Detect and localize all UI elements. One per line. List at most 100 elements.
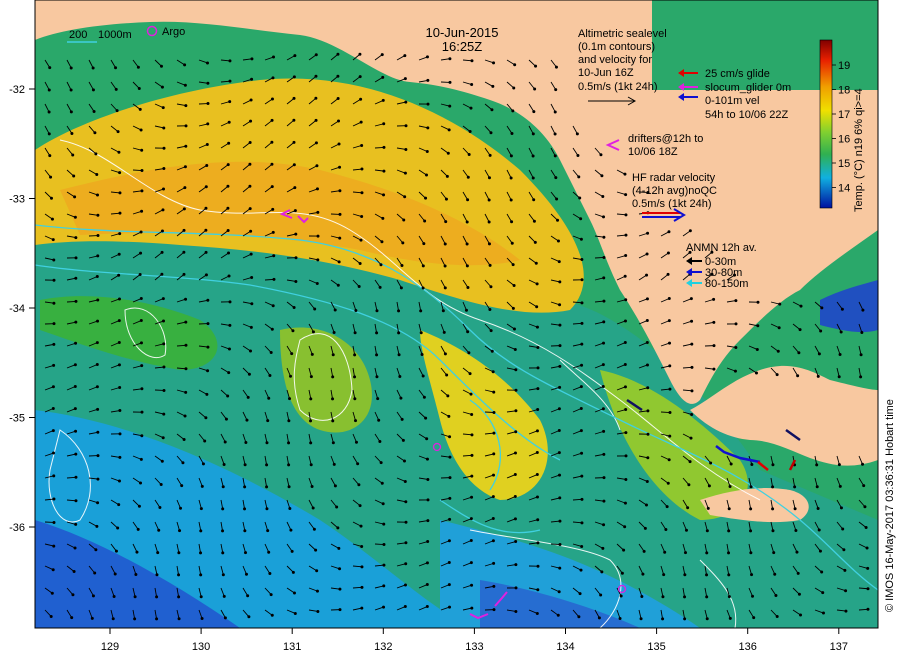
velocity-arrow-head (380, 481, 384, 485)
velocity-arrow-head (221, 485, 225, 489)
velocity-arrow-head (818, 549, 822, 553)
velocity-arrow-head (662, 573, 666, 577)
velocity-arrow-head (316, 210, 320, 214)
velocity-arrow-head (489, 285, 493, 289)
velocity-arrow-head (331, 353, 335, 357)
velocity-arrow-head (777, 326, 781, 330)
velocity-arrow-head (624, 254, 628, 258)
velocity-arrow-head (160, 85, 164, 89)
velocity-arrow-head (688, 460, 692, 464)
velocity-arrow-head (95, 385, 99, 389)
velocity-arrow-head (336, 283, 340, 287)
velocity-arrow-head (155, 573, 159, 577)
velocity-arrow-head (48, 154, 52, 158)
velocity-arrow-head (222, 462, 226, 466)
velocity-arrow-head (162, 319, 166, 323)
velocity-arrow-head (221, 551, 225, 555)
velocity-arrow-head (513, 473, 517, 477)
velocity-arrow-head (532, 219, 536, 223)
velocity-arrow-head (359, 97, 363, 101)
velocity-arrow-head (249, 119, 253, 123)
velocity-arrow-head (533, 87, 537, 91)
velocity-arrow-head (580, 497, 584, 501)
velocity-arrow-head (512, 327, 516, 331)
velocity-arrow-head (338, 212, 342, 216)
velocity-arrow-head (531, 176, 535, 180)
velocity-arrow-head (535, 473, 539, 477)
velocity-arrow-head (111, 617, 115, 621)
velocity-arrow-head (353, 331, 357, 335)
velocity-arrow-head (580, 258, 584, 262)
velocity-arrow-head (358, 75, 362, 79)
velocity-arrow-head (683, 551, 687, 555)
velocity-arrow-head (839, 506, 843, 510)
velocity-arrow-head (469, 392, 473, 396)
velocity-arrow-head (492, 452, 496, 456)
velocity-arrow-head (816, 374, 820, 378)
velocity-arrow-head (424, 173, 428, 177)
velocity-arrow-head (247, 615, 251, 619)
velocity-arrow-head (602, 255, 606, 259)
colorbar-tick-label: 14 (838, 183, 850, 195)
velocity-arrow-head (400, 417, 404, 421)
velocity-arrow-head (465, 242, 469, 246)
velocity-arrow-head (727, 507, 731, 511)
velocity-arrow-head (862, 484, 866, 488)
x-tick-label: 135 (647, 641, 665, 653)
velocity-arrow-head (705, 551, 709, 555)
velocity-arrow-head (425, 150, 429, 154)
velocity-arrow-head (47, 110, 51, 114)
velocity-arrow-head (93, 131, 97, 135)
velocity-arrow-head (380, 53, 384, 57)
velocity-arrow-head (223, 616, 227, 620)
velocity-arrow-head (664, 528, 668, 532)
velocity-arrow-head (734, 299, 738, 303)
velocity-arrow-head (863, 505, 867, 509)
velocity-arrow-head (470, 474, 474, 478)
velocity-arrow-head (795, 550, 799, 554)
velocity-arrow-head (137, 504, 141, 508)
velocity-arrow-head (360, 565, 364, 569)
velocity-arrow-head (92, 109, 96, 113)
velocity-arrow-head (639, 617, 643, 621)
velocity-arrow-head (668, 341, 672, 345)
velocity-arrow-head (511, 306, 515, 310)
velocity-arrow-head (689, 297, 693, 301)
velocity-arrow-head (578, 196, 582, 200)
isobath-200-label: 200 (69, 29, 87, 41)
velocity-arrow-head (580, 544, 584, 548)
velocity-arrow-head (687, 483, 691, 487)
velocity-arrow-head (557, 260, 561, 264)
velocity-arrow-head (705, 529, 709, 533)
velocity-arrow-head (221, 507, 225, 511)
velocity-arrow-head (116, 526, 120, 530)
velocity-arrow-head (843, 568, 847, 572)
velocity-arrow-head (161, 106, 165, 110)
velocity-arrow-head (353, 375, 357, 379)
velocity-arrow-head (618, 616, 622, 620)
velocity-arrow-head (750, 463, 754, 467)
velocity-arrow-head (399, 396, 403, 400)
velocity-arrow-head (487, 220, 491, 224)
velocity-arrow-head (382, 543, 386, 547)
velocity-arrow-head (271, 207, 275, 211)
velocity-arrow-head (749, 529, 753, 533)
velocity-arrow-head (95, 275, 99, 279)
velocity-arrow-head (579, 568, 583, 572)
glider-line2: slocum_glider 0m (705, 82, 791, 94)
velocity-arrow-head (419, 331, 423, 335)
velocity-arrow-head (510, 241, 514, 245)
velocity-arrow-head (470, 606, 474, 610)
velocity-arrow-head (602, 341, 606, 345)
velocity-arrow-head (382, 563, 386, 567)
velocity-arrow-head (375, 375, 379, 379)
anmn-80-150m: 80-150m (705, 278, 748, 290)
velocity-arrow-head (49, 615, 53, 619)
velocity-arrow-head (382, 605, 386, 609)
velocity-arrow-head (602, 476, 606, 480)
velocity-arrow-head (492, 584, 496, 588)
velocity-arrow-head (359, 238, 363, 242)
velocity-arrow-head (73, 384, 77, 388)
velocity-arrow-head (117, 150, 121, 154)
velocity-arrow-head (309, 441, 313, 445)
